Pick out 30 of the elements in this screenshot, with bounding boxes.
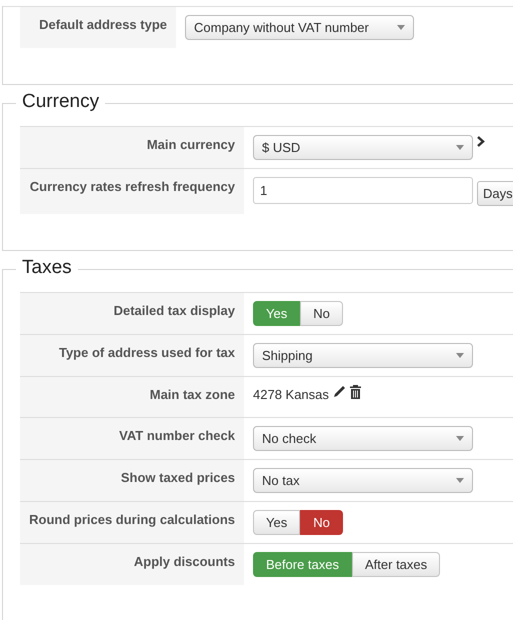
dropdown[interactable]: No tax [253, 468, 473, 493]
input-field[interactable]: 1 [253, 177, 473, 204]
zone-value: 4278 Kansas [253, 386, 329, 403]
toggle-option[interactable]: After taxes [352, 552, 440, 577]
dropdown[interactable]: No check [253, 426, 473, 451]
field-label: Show taxed prices [120, 470, 235, 485]
unit-button[interactable]: Days [477, 181, 513, 206]
caret-icon [456, 436, 464, 441]
chevron-right-icon[interactable] [477, 136, 485, 147]
dropdown[interactable]: Company without VAT number [185, 15, 414, 40]
trash-icon[interactable] [350, 385, 361, 399]
field-label: Currency rates refresh frequency [30, 179, 235, 194]
dropdown[interactable]: $ USD [253, 135, 473, 160]
caret-icon [456, 478, 464, 483]
field-label: Default address type [39, 17, 167, 32]
caret-icon [396, 25, 405, 30]
dropdown[interactable]: Shipping [253, 343, 473, 368]
field-label: Main tax zone [150, 387, 235, 402]
toggle-option[interactable]: Yes [253, 510, 300, 535]
field-label: VAT number check [119, 428, 235, 443]
pencil-icon[interactable] [332, 385, 346, 398]
field-label: Round prices during calculations [29, 512, 235, 527]
field-label: Apply discounts [134, 554, 235, 569]
toggle-option[interactable]: No [300, 301, 343, 326]
caret-icon [456, 353, 464, 358]
field-label: Detailed tax display [114, 303, 235, 318]
toggle-option[interactable]: No [300, 510, 343, 535]
caret-icon [456, 145, 464, 150]
field-label: Main currency [146, 137, 235, 152]
field-label: Type of address used for tax [58, 345, 235, 360]
